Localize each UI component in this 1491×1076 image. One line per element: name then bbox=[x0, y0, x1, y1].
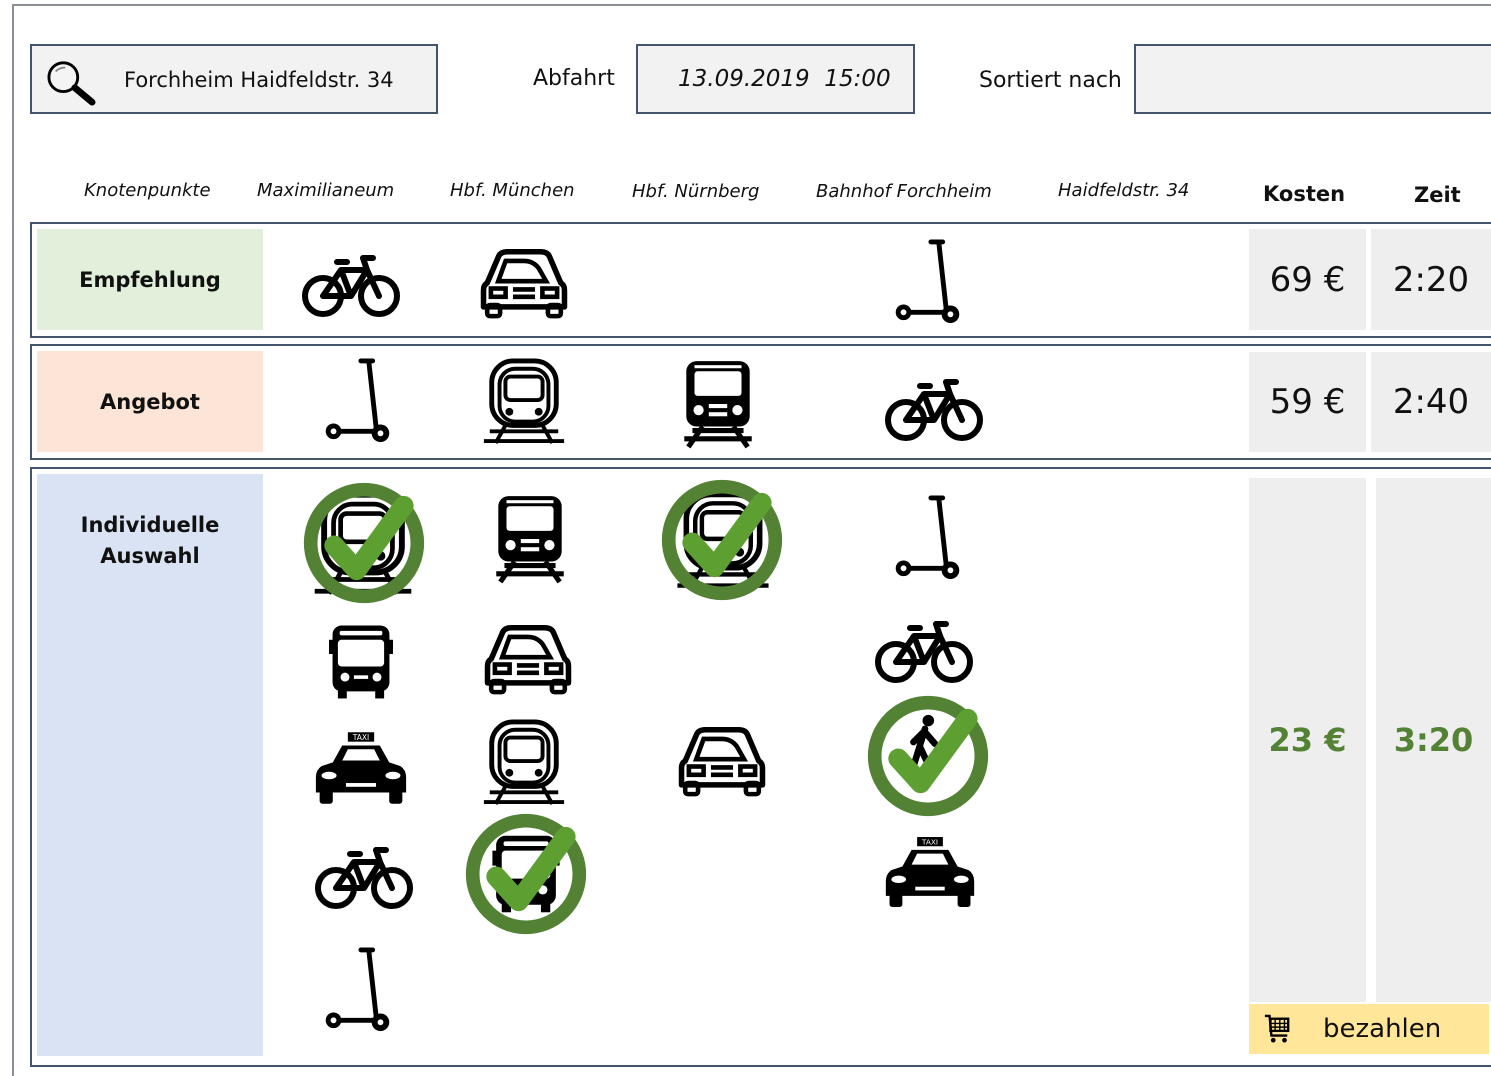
checkmark-icon[interactable] bbox=[300, 481, 428, 605]
column-header-maximilianeum: Maximilianeum bbox=[257, 180, 395, 201]
train-icon bbox=[672, 357, 764, 449]
cart-icon bbox=[1263, 1012, 1291, 1046]
bicycle-icon[interactable] bbox=[874, 616, 974, 686]
search-icon[interactable] bbox=[42, 58, 100, 106]
departure-field[interactable]: 13.09.2019 15:00 bbox=[636, 44, 915, 114]
row-label-recommendation: Empfehlung bbox=[37, 229, 263, 330]
row-label-offer: Angebot bbox=[37, 351, 263, 452]
time-offer: 2:40 bbox=[1371, 352, 1491, 452]
column-header-cost: Kosten bbox=[1263, 182, 1346, 206]
departure-value: 13.09.2019 15:00 bbox=[678, 66, 891, 92]
time-individual: 3:20 bbox=[1376, 478, 1491, 1002]
bus-icon[interactable] bbox=[322, 622, 400, 702]
row-label-individual: Individuelle Auswahl bbox=[37, 474, 263, 1056]
bicycle-icon[interactable] bbox=[314, 842, 414, 912]
column-header-bahnhof-forchheim: Bahnhof Forchheim bbox=[816, 181, 992, 202]
cost-recommendation-value: 69 € bbox=[1269, 259, 1346, 300]
taxi-icon[interactable] bbox=[884, 834, 976, 910]
column-header-time: Zeit bbox=[1414, 183, 1461, 207]
search-input[interactable]: Forchheim Haidfeldstr. 34 bbox=[124, 68, 394, 92]
column-header-hbf-muenchen: Hbf. München bbox=[450, 180, 575, 201]
e-scooter-icon[interactable] bbox=[886, 494, 968, 582]
taxi-icon[interactable] bbox=[314, 730, 408, 806]
car-icon[interactable] bbox=[482, 622, 574, 696]
row-label-recommendation-text: Empfehlung bbox=[79, 267, 221, 292]
pay-button[interactable]: bezahlen bbox=[1249, 1004, 1489, 1054]
row-label-offer-text: Angebot bbox=[100, 389, 200, 414]
tram-icon bbox=[478, 357, 570, 445]
time-individual-value: 3:20 bbox=[1393, 721, 1474, 759]
column-header-nodes: Knotenpunkte bbox=[84, 180, 211, 201]
car-icon bbox=[478, 246, 570, 320]
checkmark-icon[interactable] bbox=[462, 812, 590, 936]
cost-offer: 59 € bbox=[1249, 352, 1366, 452]
time-recommendation: 2:20 bbox=[1371, 229, 1491, 330]
cost-recommendation: 69 € bbox=[1249, 229, 1366, 330]
time-recommendation-value: 2:20 bbox=[1392, 259, 1470, 300]
pay-button-label: bezahlen bbox=[1323, 1014, 1442, 1044]
bicycle-icon bbox=[884, 374, 984, 444]
cost-offer-value: 59 € bbox=[1269, 382, 1346, 422]
bicycle-icon bbox=[301, 250, 401, 320]
train-icon[interactable] bbox=[484, 492, 576, 584]
time-offer-value: 2:40 bbox=[1392, 382, 1470, 422]
cost-individual: 23 € bbox=[1249, 478, 1366, 1002]
cost-individual-value: 23 € bbox=[1268, 721, 1347, 759]
row-label-individual-text: Individuelle Auswahl bbox=[80, 513, 220, 568]
column-header-hbf-nuernberg: Hbf. Nürnberg bbox=[632, 181, 760, 202]
sort-label: Sortiert nach bbox=[979, 68, 1122, 93]
checkmark-icon[interactable] bbox=[658, 478, 786, 602]
e-scooter-icon[interactable] bbox=[316, 946, 398, 1034]
e-scooter-icon bbox=[316, 357, 398, 445]
search-box[interactable]: Forchheim Haidfeldstr. 34 bbox=[30, 44, 438, 114]
sort-field[interactable] bbox=[1134, 44, 1491, 114]
tram-icon[interactable] bbox=[478, 718, 570, 806]
departure-label: Abfahrt bbox=[533, 66, 615, 91]
car-icon[interactable] bbox=[676, 724, 768, 798]
checkmark-icon[interactable] bbox=[864, 694, 992, 818]
e-scooter-icon bbox=[886, 238, 968, 326]
column-header-haidfeldstr: Haidfeldstr. 34 bbox=[1058, 180, 1190, 201]
